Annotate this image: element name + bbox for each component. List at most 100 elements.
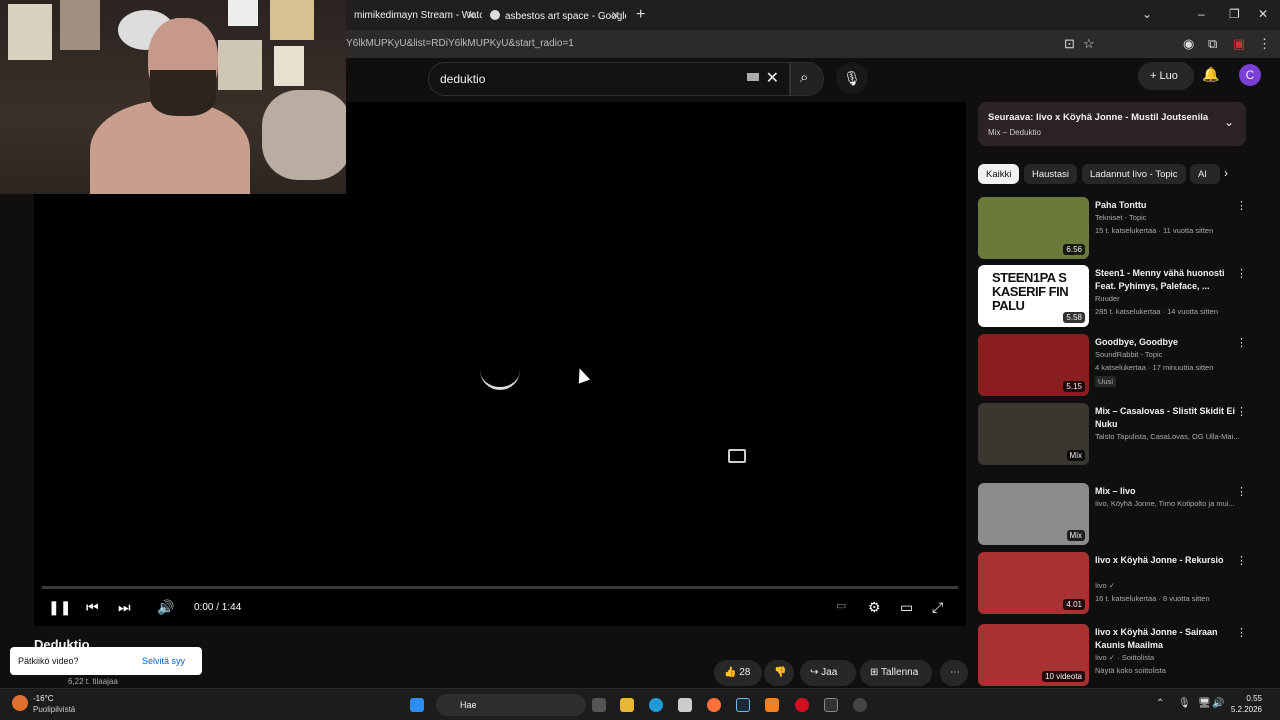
obs-icon[interactable] <box>853 698 867 712</box>
video-title[interactable]: Iivo x Köyhä Jonne - Sairaan Kaunis Maai… <box>1095 626 1245 652</box>
new-tab-icon[interactable]: + <box>636 6 645 24</box>
video-title[interactable]: Mix – Iivo <box>1095 485 1245 498</box>
save-button[interactable]: ⊞ Tallenna <box>860 660 932 686</box>
video-menu-icon[interactable]: ⋮ <box>1236 405 1247 418</box>
profile-icon[interactable]: ◉ <box>1183 36 1194 52</box>
extensions-icon[interactable]: ⧉ <box>1208 36 1217 52</box>
video-title[interactable]: Iivo x Köyhä Jonne - Rekursio <box>1095 554 1245 567</box>
minimize-icon[interactable]: – <box>1198 7 1205 21</box>
pause-icon[interactable]: ❚❚ <box>48 599 71 616</box>
install-app-icon[interactable]: ⊡ <box>1064 36 1075 52</box>
share-button[interactable]: ↪ Jaa <box>800 660 856 686</box>
volume-icon[interactable]: 🔊 <box>157 599 174 616</box>
channel-name[interactable]: Iivo ✓ · Soittolista <box>1095 653 1154 662</box>
video-menu-icon[interactable]: ⋮ <box>1236 336 1247 349</box>
task-view-icon[interactable] <box>592 698 606 712</box>
recommended-video[interactable]: STEEN1PA SKASERIF FINPALU 5.58 Steen1 - Me… <box>978 265 1258 329</box>
search-input[interactable]: deduktio <box>440 72 485 86</box>
video-thumbnail[interactable]: Mix <box>978 403 1089 465</box>
video-thumbnail[interactable]: 10 videota <box>978 624 1089 686</box>
video-menu-icon[interactable]: ⋮ <box>1236 626 1247 639</box>
previous-icon[interactable]: ⏮ <box>86 599 99 616</box>
video-menu-icon[interactable]: ⋮ <box>1236 554 1247 567</box>
firefox-icon[interactable] <box>707 698 721 712</box>
chip-uploaded-by[interactable]: Ladannut Iivo - Topic <box>1082 164 1186 184</box>
channel-name[interactable]: Talsto Tapulista, CasaLovas, OG Ulla-Mai… <box>1095 432 1240 441</box>
maximize-icon[interactable]: ❐ <box>1229 7 1240 21</box>
video-menu-icon[interactable]: ⋮ <box>1236 485 1247 498</box>
video-title[interactable]: Paha Tonttu <box>1095 199 1245 212</box>
vlc-icon[interactable] <box>765 698 779 712</box>
chip-for-you[interactable]: Haustasi <box>1024 164 1077 184</box>
windows-start-icon[interactable] <box>410 698 424 712</box>
video-menu-icon[interactable]: ⋮ <box>1236 267 1247 280</box>
channel-name[interactable]: Iivo, Köyhä Jonne, Timo Kotipolto ja mui… <box>1095 499 1235 508</box>
next-icon[interactable]: ⏭ <box>118 599 131 616</box>
video-thumbnail[interactable]: 6.56 <box>978 197 1089 259</box>
close-tab-icon[interactable]: ✕ <box>467 9 476 22</box>
channel-name[interactable]: SoundRabbit - Topic <box>1095 350 1162 359</box>
network-icon[interactable]: 🖥 <box>1198 698 1211 709</box>
voice-search-icon[interactable]: 🎙 <box>836 62 868 94</box>
file-explorer-icon[interactable] <box>620 698 634 712</box>
browser-menu-icon[interactable]: ⋮ <box>1258 36 1271 52</box>
microphone-icon[interactable]: 🎙 <box>1178 698 1191 709</box>
recommended-video[interactable]: 5.15 Goodbye, Goodbye SoundRabbit - Topic 4… <box>978 334 1258 398</box>
close-tab-icon[interactable]: ✕ <box>611 9 620 22</box>
video-title[interactable]: Mix – Casalovas - Slistit Skidit Ei Nuku <box>1095 405 1245 431</box>
channel-name[interactable]: Ruuder <box>1095 294 1120 303</box>
theater-mode-icon[interactable]: ▭ <box>900 599 913 616</box>
browser-tab[interactable]: mimikedimayn Stream - Watch l ✕ <box>346 4 482 28</box>
url-text[interactable]: Y6lkMUPKyU&list=RDiY6lkMUPKyU&start_radi… <box>346 38 574 49</box>
weather-description[interactable]: Puolipilvistä <box>33 705 75 714</box>
tray-chevron-icon[interactable]: ⌃ <box>1156 698 1164 709</box>
progress-bar[interactable] <box>42 586 958 589</box>
chip-more[interactable]: Al <box>1190 164 1220 184</box>
more-actions-button[interactable]: ⋯ <box>940 660 968 686</box>
video-menu-icon[interactable]: ⋮ <box>1236 199 1247 212</box>
chip-all[interactable]: Kaikki <box>978 164 1020 184</box>
video-title[interactable]: Steen1 - Menny vähä huonosti Feat. Pyhim… <box>1095 267 1245 293</box>
clock-date[interactable]: 5.2.2026 <box>1222 705 1262 714</box>
recommended-video[interactable]: Mix Mix – Iivo Iivo, Köyhä Jonne, Timo Kot… <box>978 483 1258 547</box>
up-next-panel[interactable]: Seuraava: Iivo x Köyhä Jonne - Mustil Jo… <box>978 102 1246 146</box>
subtitles-icon[interactable]: ▭ <box>836 599 846 612</box>
store-icon[interactable] <box>678 698 692 712</box>
fullscreen-icon[interactable]: ⤢ <box>932 599 943 616</box>
recommended-video[interactable]: 10 videota Iivo x Köyhä Jonne - Sairaan K… <box>978 624 1258 688</box>
video-title[interactable]: Goodbye, Goodbye <box>1095 336 1245 349</box>
clear-search-icon[interactable]: ✕ <box>766 68 779 88</box>
weather-temp[interactable]: -16°C <box>33 694 54 703</box>
notifications-bell-icon[interactable]: 🔔 <box>1202 66 1219 83</box>
bookmark-star-icon[interactable]: ☆ <box>1083 36 1095 52</box>
video-thumbnail[interactable]: STEEN1PA SKASERIF FINPALU 5.58 <box>978 265 1089 327</box>
chevron-right-icon[interactable]: › <box>1224 166 1228 180</box>
steam-icon[interactable] <box>736 698 750 712</box>
settings-gear-icon[interactable]: ⚙ <box>868 599 881 616</box>
dislike-button[interactable]: 👎 <box>764 660 794 686</box>
keyboard-icon[interactable] <box>747 73 759 81</box>
tab-search-icon[interactable]: ⌄ <box>1142 7 1152 21</box>
video-thumbnail[interactable]: Mix <box>978 483 1089 545</box>
toast-action-button[interactable]: Selvitä syy <box>142 656 185 666</box>
recommended-video[interactable]: 4.01 Iivo x Köyhä Jonne - Rekursio Iivo ✓ 1… <box>978 552 1258 616</box>
clock-time[interactable]: 0.55 <box>1222 694 1262 703</box>
edge-icon[interactable] <box>649 698 663 712</box>
channel-name[interactable]: Iivo ✓ <box>1095 581 1115 590</box>
avatar[interactable]: C <box>1239 64 1261 86</box>
recommended-video[interactable]: Mix Mix – Casalovas - Slistit Skidit Ei N… <box>978 403 1258 467</box>
recommended-video[interactable]: 6.56 Paha Tonttu Tekniset - Topic 15 t. kat… <box>978 197 1258 261</box>
weather-icon[interactable] <box>12 695 28 711</box>
miniplayer-icon[interactable] <box>728 449 746 463</box>
close-window-icon[interactable]: ✕ <box>1258 7 1268 21</box>
opera-icon[interactable] <box>795 698 809 712</box>
video-thumbnail[interactable]: 4.01 <box>978 552 1089 614</box>
search-box[interactable]: deduktio ✕ <box>428 62 790 96</box>
create-button[interactable]: + Luo <box>1138 62 1194 90</box>
browser-tab[interactable]: asbestos art space - Google-ha ✕ <box>482 4 626 28</box>
chevron-down-icon[interactable]: ⌄ <box>1224 115 1234 129</box>
terminal-icon[interactable] <box>824 698 838 712</box>
like-button[interactable]: 👍 28 <box>714 660 762 686</box>
video-thumbnail[interactable]: 5.15 <box>978 334 1089 396</box>
channel-name[interactable]: Tekniset - Topic <box>1095 213 1147 222</box>
